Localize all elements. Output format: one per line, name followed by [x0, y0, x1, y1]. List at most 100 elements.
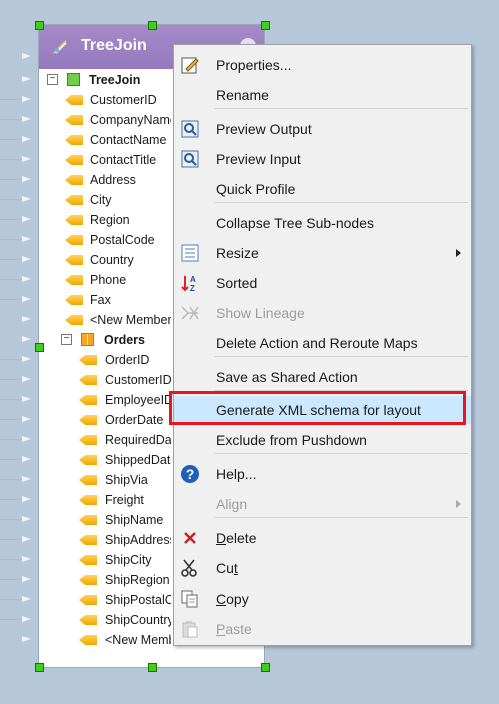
menu-item-label: Collapse Tree Sub-nodes	[216, 215, 374, 231]
tree-field-label: PostalCode	[90, 233, 155, 247]
tree-field-label: ShipVia	[105, 473, 148, 487]
input-port-arrow	[22, 556, 31, 562]
tree-field-label: Country	[90, 253, 134, 267]
input-port-arrow	[22, 536, 31, 542]
tree-field-label: <New Member>	[105, 633, 171, 647]
field-icon	[79, 595, 97, 605]
submenu-arrow-icon	[456, 249, 461, 257]
menu-item-label: Preview Input	[216, 151, 301, 167]
svg-text:A: A	[190, 275, 196, 284]
menu-item-paste[interactable]: Paste	[174, 615, 471, 643]
input-port-arrow	[22, 416, 31, 422]
map-wire[interactable]	[0, 199, 22, 200]
map-wire[interactable]	[0, 439, 22, 440]
tree-field-label: Address	[90, 173, 136, 187]
tree-field-label: <New Member>	[90, 313, 171, 327]
map-wire[interactable]	[0, 259, 22, 260]
menu-item-delete-action-and-reroute-maps[interactable]: Delete Action and Reroute Maps	[174, 329, 471, 357]
resize-handle-tl[interactable]	[35, 21, 44, 30]
menu-item-help[interactable]: ? Help...	[174, 460, 471, 488]
map-wire[interactable]	[0, 159, 22, 160]
menu-item-exclude-from-pushdown[interactable]: Exclude from Pushdown	[174, 426, 471, 454]
menu-item-cut[interactable]: Cut	[174, 554, 471, 582]
menu-item-label: Sorted	[216, 275, 258, 291]
map-wire[interactable]	[0, 219, 22, 220]
map-wire[interactable]	[0, 99, 22, 100]
map-wire[interactable]	[0, 279, 22, 280]
field-icon	[79, 435, 97, 445]
menu-item-show-lineage[interactable]: Show Lineage	[174, 299, 471, 327]
input-port-arrow	[22, 53, 31, 59]
resize-handle-br[interactable]	[261, 663, 270, 672]
menu-item-save-as-shared-action[interactable]: Save as Shared Action	[174, 363, 471, 391]
resize-handle-left[interactable]	[35, 343, 44, 352]
cut-icon	[180, 558, 200, 578]
tree-field-label: ShipPostalCode	[105, 593, 171, 607]
resize-handle-tr[interactable]	[261, 21, 270, 30]
menu-item-sorted[interactable]: A Z Sorted	[174, 269, 471, 297]
tree-field-label: CustomerID	[90, 93, 157, 107]
input-port-arrow	[22, 436, 31, 442]
menu-item-label: Properties...	[216, 57, 292, 73]
map-wire[interactable]	[0, 239, 22, 240]
resize-handle-bl[interactable]	[35, 663, 44, 672]
tree-field-label: RequiredDate	[105, 433, 171, 447]
preview-input-icon	[180, 149, 200, 169]
menu-item-label: Save as Shared Action	[216, 369, 358, 385]
map-wire[interactable]	[0, 399, 22, 400]
tree-field-label: City	[90, 193, 112, 207]
map-wire[interactable]	[0, 419, 22, 420]
highlight-callout-box	[169, 391, 466, 425]
input-port-arrow	[22, 116, 31, 122]
preview-output-icon	[180, 119, 200, 139]
map-wire[interactable]	[0, 599, 22, 600]
lineage-icon	[180, 303, 200, 323]
field-icon	[79, 495, 97, 505]
menu-item-label: Resize	[216, 245, 259, 261]
menu-separator	[214, 108, 468, 109]
menu-item-resize[interactable]: Resize	[174, 239, 471, 267]
input-port-arrow	[22, 196, 31, 202]
menu-item-label: Help...	[216, 466, 257, 482]
menu-item-preview-output[interactable]: Preview Output	[174, 115, 471, 143]
map-wire[interactable]	[0, 539, 22, 540]
menu-item-align[interactable]: Align	[174, 490, 471, 518]
menu-item-properties[interactable]: Properties...	[174, 51, 471, 79]
menu-item-label: Paste	[216, 621, 252, 637]
map-wire[interactable]	[0, 519, 22, 520]
map-wire[interactable]	[0, 119, 22, 120]
map-wire[interactable]	[0, 479, 22, 480]
map-wire[interactable]	[0, 379, 22, 380]
menu-item-quick-profile[interactable]: Quick Profile	[174, 175, 471, 203]
menu-item-collapse-tree-sub-nodes[interactable]: Collapse Tree Sub-nodes	[174, 209, 471, 237]
menu-item-label: Exclude from Pushdown	[216, 432, 367, 448]
menu-item-copy[interactable]: Copy	[174, 585, 471, 613]
menu-item-delete[interactable]: Delete	[174, 524, 471, 552]
map-wire[interactable]	[0, 559, 22, 560]
field-icon	[79, 415, 97, 425]
resize-handle-bottom[interactable]	[148, 663, 157, 672]
menu-item-rename[interactable]: Rename	[174, 81, 471, 109]
menu-item-preview-input[interactable]: Preview Input	[174, 145, 471, 173]
map-wire[interactable]	[0, 359, 22, 360]
input-port-arrow	[22, 376, 31, 382]
collapse-toggle-icon[interactable]: −	[61, 334, 72, 345]
field-icon	[65, 235, 83, 245]
map-wire[interactable]	[0, 619, 22, 620]
input-port-arrow	[22, 576, 31, 582]
properties-icon	[180, 55, 200, 75]
map-wire[interactable]	[0, 299, 22, 300]
field-icon	[65, 95, 83, 105]
map-wire[interactable]	[0, 459, 22, 460]
field-icon	[79, 635, 97, 645]
map-wire[interactable]	[0, 179, 22, 180]
input-port-arrow	[22, 596, 31, 602]
map-wire[interactable]	[0, 499, 22, 500]
input-port-arrow	[22, 456, 31, 462]
map-wire[interactable]	[0, 579, 22, 580]
green-square-icon	[67, 73, 80, 86]
resize-handle-top[interactable]	[148, 21, 157, 30]
field-icon	[65, 115, 83, 125]
map-wire[interactable]	[0, 139, 22, 140]
collapse-toggle-icon[interactable]: −	[47, 74, 58, 85]
